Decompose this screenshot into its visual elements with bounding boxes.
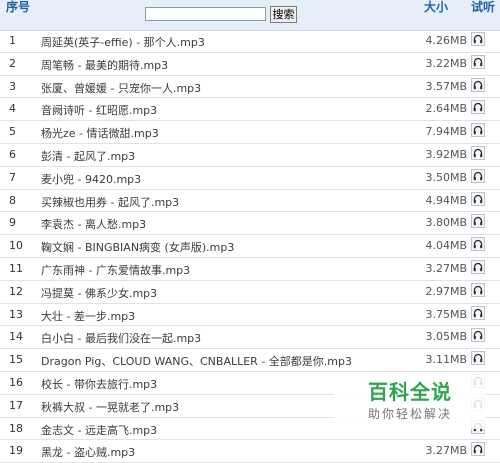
watermark-subtitle: 助你轻松解决 (367, 407, 452, 421)
song-row[interactable]: 4 音阙诗听 - 红昭愿.mp3 2.64MB (0, 97, 500, 122)
headphones-icon[interactable] (471, 260, 485, 274)
search-input[interactable] (145, 7, 266, 21)
headphones-icon[interactable] (471, 123, 485, 138)
song-size: 2.64MB (425, 102, 467, 116)
headphones-icon[interactable] (471, 442, 485, 457)
song-number: 1 (9, 34, 16, 47)
song-number: 4 (9, 102, 16, 116)
song-number: 7 (9, 170, 16, 184)
song-row[interactable]: 11 广东雨神 - 广东爱情故事.mp3 3.27MB (0, 257, 500, 281)
song-row[interactable]: 15 Dragon Pig、CLOUD WANG、CNBALLER - 全部都是你… (0, 348, 500, 372)
song-number: 17 (9, 398, 23, 412)
song-number: 16 (9, 376, 23, 389)
song-row[interactable]: 8 买辣椒也用券 - 起风了.mp3 4.94MB (0, 189, 500, 213)
song-size: 3.22MB (425, 56, 467, 70)
song-row[interactable]: 19 黑龙 - 盗心贼.mp3 3.27MB (0, 439, 500, 463)
song-row[interactable]: 6 彭清 - 起风了.mp3 3.92MB (0, 143, 500, 167)
song-size: 4.94MB (425, 193, 467, 207)
headphones-icon[interactable] (471, 77, 485, 92)
song-title[interactable]: 周笔畅 - 最美的期待.mp3 (41, 57, 168, 73)
song-size: 3.27MB (425, 262, 467, 275)
song-row[interactable]: 12 冯提莫 - 佛系少女.mp3 2.97MB (0, 280, 500, 304)
song-number: 11 (9, 262, 23, 275)
song-title[interactable]: 秋裤大叔 - 一晃就老了.mp3 (41, 399, 179, 415)
headphones-icon[interactable] (471, 237, 485, 252)
song-number: 6 (9, 148, 16, 161)
song-size: 4.26MB (425, 34, 467, 47)
song-title[interactable]: 鞠文娴 - BINGBIAN病变 (女声版).mp3 (41, 239, 234, 255)
song-number: 13 (9, 307, 23, 321)
song-size: 3.75MB (425, 307, 467, 321)
headphones-icon[interactable] (471, 146, 485, 160)
song-title[interactable]: 大壮 - 差一步.mp3 (41, 308, 135, 324)
song-number: 2 (9, 56, 16, 70)
headphones-icon[interactable] (471, 32, 485, 46)
headphones-icon[interactable] (471, 282, 485, 297)
column-header-number: 序号 (6, 0, 31, 14)
headphones-icon[interactable] (471, 305, 485, 320)
song-title[interactable]: 音阙诗听 - 红昭愿.mp3 (41, 102, 157, 118)
song-title[interactable]: 麦小兜 - 9420.mp3 (41, 171, 141, 187)
song-title[interactable]: Dragon Pig、CLOUD WANG、CNBALLER - 全部都是你.m… (41, 353, 352, 369)
headphones-icon[interactable] (471, 191, 485, 206)
song-size: 3.11MB (425, 353, 467, 367)
song-row[interactable]: 3 张厦、曾媛媛 - 只宠你一人.mp3 3.57MB (0, 75, 500, 99)
song-title[interactable]: 周延英(英子-effie) - 那个人.mp3 (41, 34, 205, 50)
song-size: 7.94MB (425, 125, 467, 139)
song-title[interactable]: 彭清 - 起风了.mp3 (41, 148, 135, 164)
song-title[interactable]: 张厦、曾媛媛 - 只宠你一人.mp3 (41, 80, 201, 96)
song-row[interactable]: 14 白小白 - 最后我们没在一起.mp3 3.05MB (0, 325, 500, 350)
song-size: 3.50MB (425, 170, 467, 184)
song-row[interactable]: 5 杨光ze - 情话微甜.mp3 7.94MB (0, 120, 500, 144)
song-row[interactable]: 10 鞠文娴 - BINGBIAN病变 (女声版).mp3 4.04MB (0, 234, 500, 258)
headphones-icon[interactable] (471, 168, 485, 183)
song-size: 3.80MB (425, 216, 467, 230)
song-row[interactable]: 13 大壮 - 差一步.mp3 3.75MB (0, 303, 500, 327)
song-row[interactable]: 9 李袁杰 - 离人愁.mp3 3.80MB (0, 211, 500, 236)
song-title[interactable]: 白小白 - 最后我们没在一起.mp3 (41, 330, 201, 346)
song-title[interactable]: 李袁杰 - 离人愁.mp3 (41, 216, 146, 232)
song-title[interactable]: 冯提莫 - 佛系少女.mp3 (41, 285, 157, 301)
song-number: 18 (9, 421, 23, 435)
column-header-listen: 试听 (471, 0, 496, 14)
song-size: 4.04MB (425, 239, 467, 253)
headphones-icon[interactable] (471, 54, 485, 69)
search-button[interactable]: 搜索 (270, 6, 297, 23)
column-header-size: 大小 (424, 0, 449, 14)
song-row[interactable]: 7 麦小兜 - 9420.mp3 3.50MB (0, 166, 500, 190)
song-number: 10 (9, 239, 23, 253)
watermark-logo: 百科全说 助你轻松解决 (334, 374, 486, 429)
song-size: 3.27MB (425, 444, 467, 458)
song-number: 8 (9, 193, 16, 207)
song-number: 9 (9, 216, 16, 230)
song-title[interactable]: 金志文 - 远走高飞.mp3 (41, 422, 157, 438)
song-title[interactable]: 黑龙 - 盗心贼.mp3 (41, 444, 135, 460)
song-number: 15 (9, 353, 23, 367)
song-title[interactable]: 广东雨神 - 广东爱情故事.mp3 (41, 262, 190, 278)
headphones-icon[interactable] (471, 328, 485, 343)
song-number: 19 (9, 444, 23, 458)
watermark-title: 百科全说 (368, 380, 452, 404)
song-title[interactable]: 买辣椒也用券 - 起风了.mp3 (41, 194, 179, 210)
song-size: 3.92MB (425, 148, 467, 161)
headphones-icon[interactable] (471, 100, 485, 115)
song-title[interactable]: 杨光ze - 情话微甜.mp3 (41, 125, 159, 141)
song-number: 5 (9, 125, 16, 139)
headphones-icon[interactable] (471, 351, 485, 366)
headphones-icon[interactable] (471, 214, 485, 229)
song-size: 2.97MB (425, 284, 467, 298)
song-title[interactable]: 校长 - 带你去旅行.mp3 (41, 376, 157, 392)
song-number: 12 (9, 284, 23, 298)
song-number: 3 (9, 79, 16, 93)
song-row[interactable]: 1 周延英(英子-effie) - 那个人.mp3 4.26MB (0, 29, 500, 53)
song-size: 3.57MB (425, 79, 467, 93)
song-size: 3.05MB (425, 330, 467, 344)
song-row[interactable]: 2 周笔畅 - 最美的期待.mp3 3.22MB (0, 52, 500, 76)
song-number: 14 (9, 330, 23, 344)
table-header: 序号 搜索 大小 试听 (0, 0, 500, 31)
